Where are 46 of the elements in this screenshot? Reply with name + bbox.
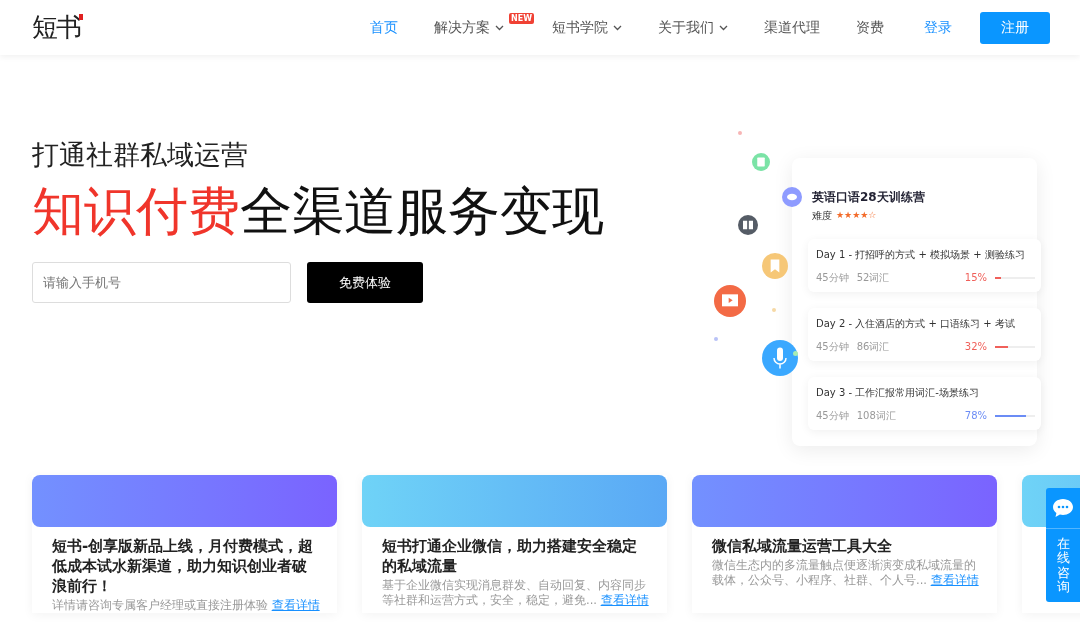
consult-label: 在线咨询 (1056, 537, 1070, 595)
lesson-duration: 45分钟 (816, 409, 849, 423)
hero-subtitle: 打通社群私域运营 (32, 138, 249, 172)
course-title: 英语口语28天训练营 (812, 189, 926, 206)
phone-input[interactable]: 请输入手机号 (32, 261, 291, 303)
nav-link[interactable]: 短书学院 (552, 17, 622, 38)
lesson-percent: 78% (964, 409, 987, 423)
star-icon: ★ (836, 208, 845, 223)
lesson-words: 86词汇 (856, 340, 890, 354)
bookmark-icon (762, 253, 788, 279)
lesson-duration: 45分钟 (816, 340, 849, 354)
trial-button[interactable]: 免费体验 (307, 261, 423, 303)
nav-link[interactable]: 关于我们 (658, 17, 728, 38)
article-summary: 基于企业微信实现消息群发、自动回复、内容同步等社群和运营方式，安全，稳定，避免... 查看详情 (382, 578, 650, 608)
difficulty-label: 难度 (812, 209, 832, 223)
lesson-title: Day 2 - 入住酒店的方式 + 口语练习 + 考试 (816, 317, 1016, 331)
lesson-percent: 15% (964, 271, 987, 285)
article-title: 短书-创享版新品上线，月付费模式，超低成本试水新渠道，助力知识创业者破浪前行！ (52, 536, 315, 596)
clipboard-icon (752, 153, 770, 171)
video-icon (714, 285, 746, 317)
new-badge: NEW (509, 13, 534, 24)
lesson-duration: 45分钟 (816, 271, 849, 285)
chat-icon (1052, 498, 1074, 518)
star-icon: ★ (844, 208, 853, 223)
star-icon: ★ (852, 208, 861, 223)
nav-link[interactable]: 渠道代理 (764, 17, 820, 38)
book-icon (738, 215, 758, 235)
article-summary: 微信生态内的多流量触点便逐渐演变成私域流量的载体，公众号、小程序、社群、个人号... 查看详情 (712, 558, 980, 588)
article-title: 短书打通企业微信，助力搭建安全稳定的私域流量 (382, 536, 638, 576)
decor-dot (738, 131, 742, 135)
decor-dot (714, 337, 718, 341)
lesson-title: Day 1 - 打招呼的方式 + 模拟场景 + 测验练习 (816, 248, 1026, 262)
article-summary: 详情请咨询专属客户经理或直接注册体验 查看详情 (52, 598, 321, 613)
logo[interactable]: 短书 (32, 8, 80, 47)
hero-title: 知识付费全渠道服务变现 (32, 179, 605, 242)
article-title: 微信私域流量运营工具大全 (712, 536, 893, 556)
lesson-words: 108词汇 (856, 409, 896, 423)
lesson-title: Day 3 - 工作汇报常用词汇-场景练习 (816, 386, 980, 400)
lesson-percent: 32% (964, 340, 987, 354)
lesson-words: 52词汇 (856, 271, 890, 285)
decor-dot (793, 351, 798, 356)
star-icon: ★ (860, 208, 869, 223)
decor-dot (772, 308, 776, 312)
empty-star-icon: ☆ (868, 208, 877, 223)
logo-mark (79, 14, 83, 20)
nav-link[interactable]: 资费 (856, 17, 884, 38)
